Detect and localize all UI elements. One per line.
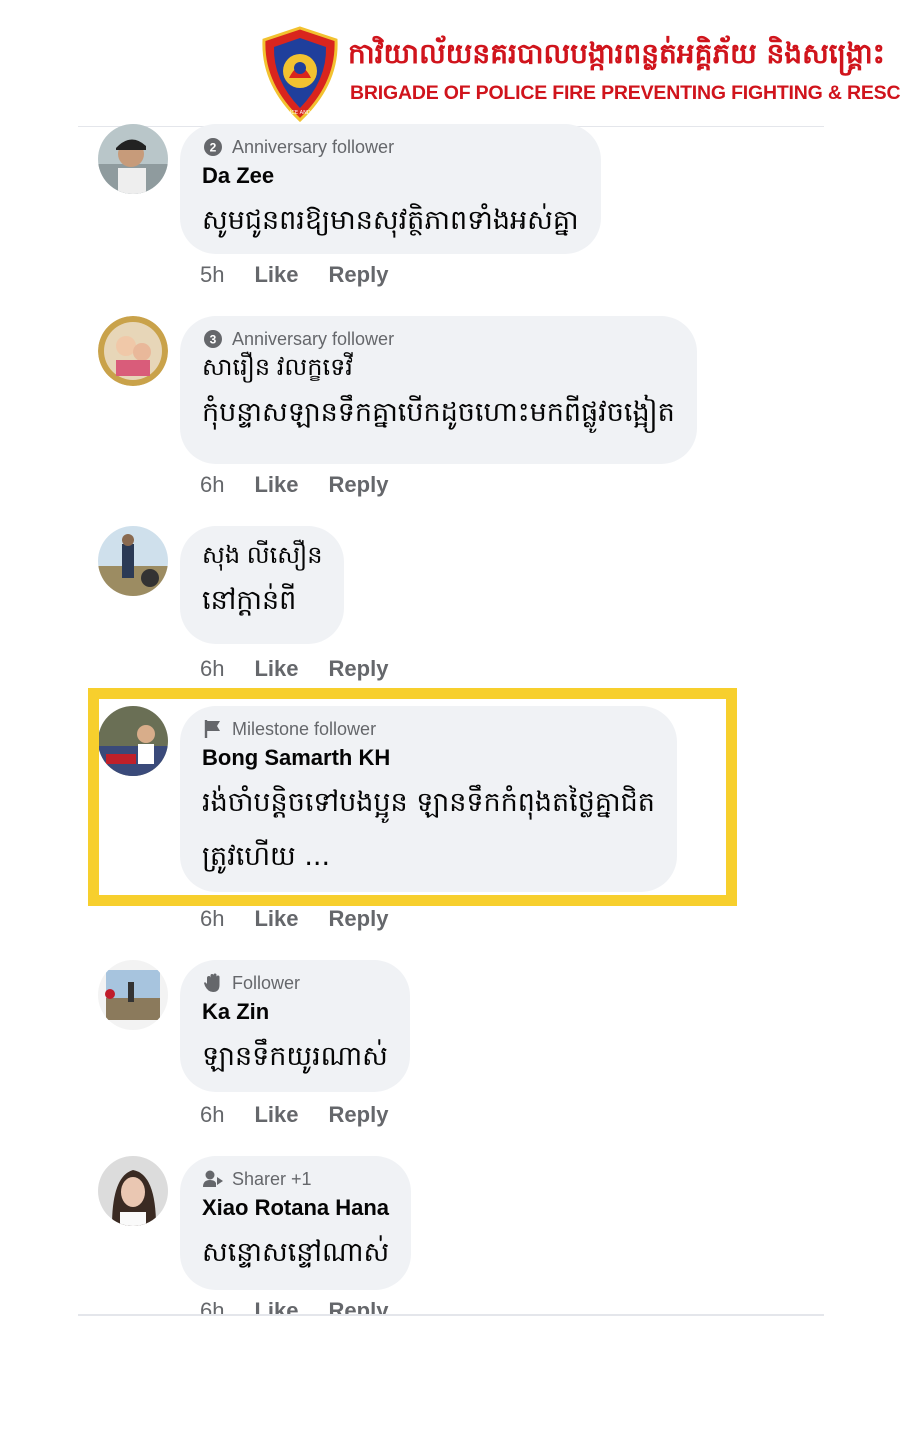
badge-label: Sharer +1 — [232, 1168, 312, 1189]
comment-actions: 6h Like Reply — [200, 1298, 418, 1314]
comment-time[interactable]: 6h — [200, 1298, 224, 1314]
comment-author[interactable]: សុង លីសឿន — [202, 540, 322, 572]
avatar[interactable] — [98, 1156, 168, 1226]
reply-button[interactable]: Reply — [329, 262, 389, 288]
comment-time[interactable]: 5h — [200, 262, 224, 288]
badge-label: Anniversary follower — [232, 328, 395, 349]
comment-bubble: សុង លីសឿន នៅក្តាន់ពី — [180, 526, 345, 644]
svg-text:2: 2 — [210, 141, 217, 155]
comment-time[interactable]: 6h — [200, 472, 224, 498]
divider-bottom — [78, 1314, 824, 1316]
like-button[interactable]: Like — [254, 472, 298, 498]
comment-bubble: 2 Anniversary follower Da Zee សូមជូនពរឱ្… — [180, 124, 601, 254]
anniversary-badge-icon: 3 — [202, 328, 224, 350]
badge-label: Anniversary follower — [232, 136, 395, 157]
comment-bubble: 3 Anniversary follower សារឿន វលក្ខទេវី ក… — [180, 316, 697, 464]
sharer-icon — [202, 1168, 224, 1190]
like-button[interactable]: Like — [254, 1102, 298, 1128]
comment-actions: 6h Like Reply — [200, 472, 418, 498]
reply-button[interactable]: Reply — [329, 906, 389, 932]
badge: 2 Anniversary follower — [202, 134, 579, 160]
reply-button[interactable]: Reply — [329, 1298, 389, 1314]
comment-text: សន្ទោសន្ទៅណាស់ — [202, 1237, 390, 1268]
wave-hand-icon — [202, 972, 224, 994]
reply-button[interactable]: Reply — [329, 472, 389, 498]
avatar[interactable] — [98, 124, 168, 194]
reply-button[interactable]: Reply — [329, 656, 389, 682]
badge-label: Follower — [232, 972, 301, 993]
like-button[interactable]: Like — [254, 906, 298, 932]
badge: Follower — [202, 970, 388, 996]
comment-actions: 6h Like Reply — [200, 656, 418, 682]
comment-author[interactable]: Ka Zin — [202, 996, 388, 1028]
comment-text: កុំបន្ទាសឡានទឹកគ្នាបើកដូចហោះមកពីផ្លូវចង្… — [202, 397, 675, 428]
comment-time[interactable]: 6h — [200, 1102, 224, 1128]
comment-feed: 2 Anniversary follower Da Zee សូមជូនពរឱ្… — [0, 0, 900, 1314]
avatar[interactable] — [98, 526, 168, 596]
badge: Sharer +1 — [202, 1166, 389, 1192]
svg-text:3: 3 — [210, 333, 217, 347]
comment-bubble: Follower Ka Zin ឡានទឹកយូរណាស់ — [180, 960, 410, 1092]
comment-text: សូមជូនពរឱ្យមានសុវត្ថិភាពទាំងអស់គ្នា — [202, 205, 579, 236]
like-button[interactable]: Like — [254, 656, 298, 682]
avatar[interactable] — [98, 316, 168, 386]
comment-author[interactable]: Xiao Rotana Hana — [202, 1192, 389, 1224]
comment-time[interactable]: 6h — [200, 656, 224, 682]
like-button[interactable]: Like — [254, 1298, 298, 1314]
comment-author[interactable]: Da Zee — [202, 160, 579, 192]
comment-text: ឡានទឹកយូរណាស់ — [202, 1041, 388, 1072]
comment-author[interactable]: សារឿន វលក្ខទេវី — [202, 352, 675, 384]
badge: 3 Anniversary follower — [202, 326, 675, 352]
comment-bubble: Sharer +1 Xiao Rotana Hana សន្ទោសន្ទៅណាស… — [180, 1156, 412, 1290]
anniversary-badge-icon: 2 — [202, 136, 224, 158]
comment-actions: 5h Like Reply — [200, 262, 418, 288]
comment-time[interactable]: 6h — [200, 906, 224, 932]
comment-actions: 6h Like Reply — [200, 906, 418, 932]
like-button[interactable]: Like — [254, 262, 298, 288]
reply-button[interactable]: Reply — [329, 1102, 389, 1128]
highlight-frame — [88, 688, 737, 906]
comment-actions: 6h Like Reply — [200, 1102, 418, 1128]
avatar[interactable] — [98, 960, 168, 1030]
comment-text: នៅក្តាន់ពី — [202, 585, 297, 616]
